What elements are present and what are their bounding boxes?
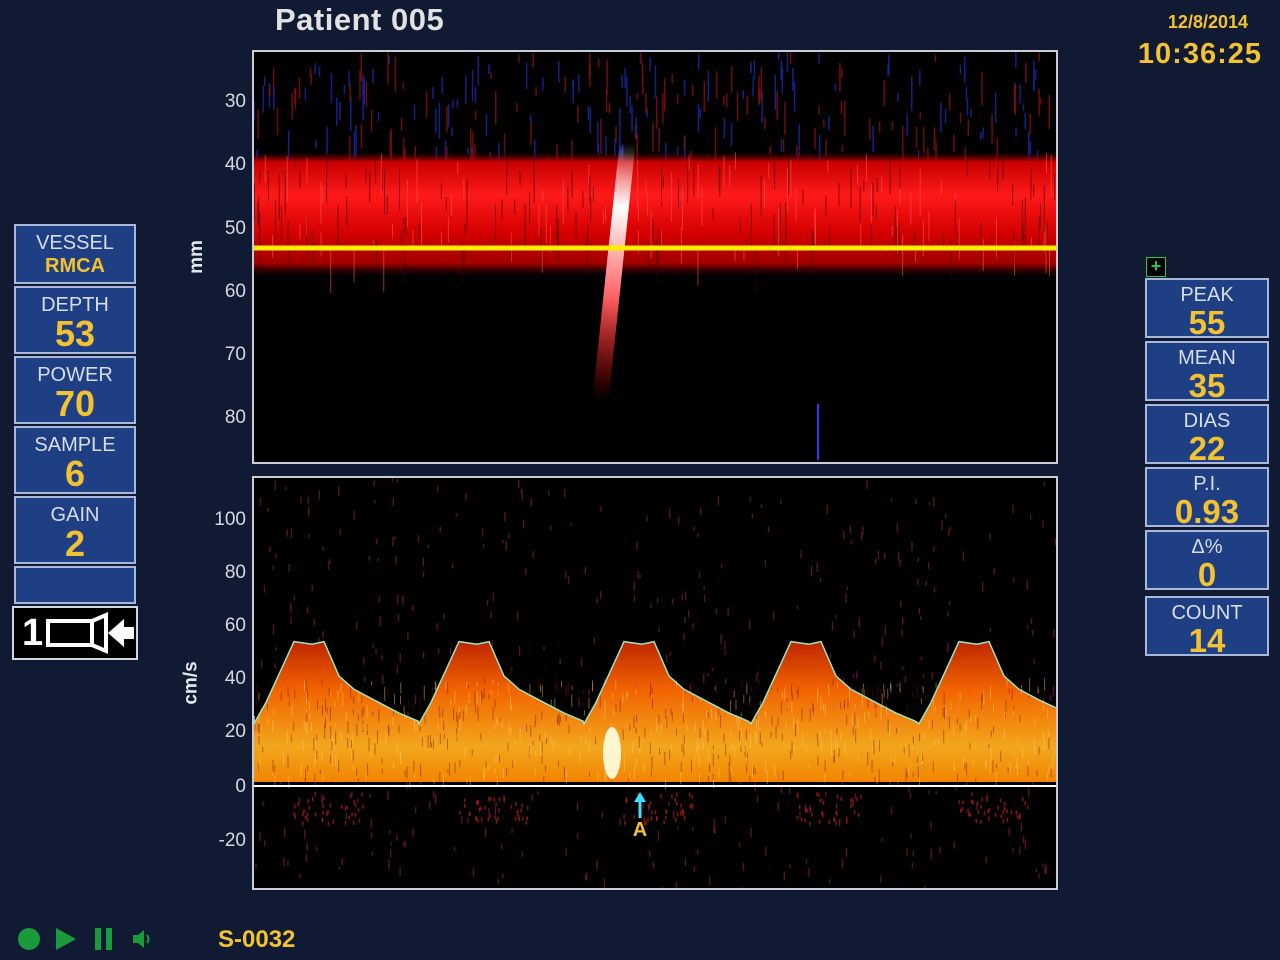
- mmode-y-axis-label: mm: [185, 240, 207, 274]
- reverse-flow-band: [293, 792, 1029, 826]
- date-display: 12/8/2014: [1167, 12, 1248, 32]
- mmode-tick: 80: [224, 407, 246, 428]
- depth-box[interactable]: DEPTH 53: [14, 286, 136, 354]
- spectrum-tick: 60: [224, 615, 246, 636]
- pause-icon[interactable]: [92, 926, 116, 952]
- sample-label: SAMPLE: [34, 434, 116, 456]
- mmode-tick: 30: [224, 91, 246, 112]
- mmode-tick: 50: [224, 218, 246, 239]
- spectrum-tick: 40: [224, 668, 246, 689]
- mmode-image: [253, 52, 1056, 460]
- marker-label: A: [633, 819, 647, 841]
- peak-label: PEAK: [1180, 284, 1234, 306]
- gain-box[interactable]: GAIN 2: [14, 496, 136, 564]
- dias-value: 22: [1188, 430, 1226, 467]
- mean-label: MEAN: [1178, 347, 1236, 369]
- power-value: 70: [54, 383, 96, 424]
- spectrum-tick: 0: [235, 776, 246, 797]
- sample-value: 6: [64, 453, 86, 494]
- mmode-display[interactable]: [252, 50, 1058, 464]
- delta-percent-value: 0: [1197, 556, 1217, 593]
- count-box: COUNT 14: [1145, 596, 1269, 659]
- empty-parameter-box[interactable]: [14, 566, 136, 604]
- pi-value: 0.93: [1174, 493, 1240, 530]
- spectrum-artifact: [603, 727, 621, 779]
- pi-label: P.I.: [1193, 473, 1221, 495]
- probe-number: 1: [22, 612, 44, 654]
- spectrum-tick: -20: [218, 830, 246, 851]
- mean-value: 35: [1188, 367, 1226, 404]
- vessel-value: RMCA: [45, 255, 105, 277]
- doppler-spectrum-display[interactable]: A: [252, 476, 1058, 896]
- dias-label: DIAS: [1183, 410, 1231, 432]
- vessel-label: VESSEL: [36, 232, 114, 254]
- play-icon[interactable]: [52, 926, 78, 952]
- depth-value: 53: [54, 313, 96, 354]
- dias-box: DIAS 22: [1145, 404, 1269, 467]
- gain-value: 2: [64, 523, 86, 564]
- pi-box: P.I. 0.93: [1145, 467, 1269, 530]
- probe-icon: [46, 611, 134, 655]
- vessel-box[interactable]: VESSEL RMCA: [14, 224, 136, 284]
- delta-percent-box: Δ% 0: [1145, 530, 1269, 593]
- delta-percent-label: Δ%: [1191, 536, 1223, 558]
- depth-label: DEPTH: [41, 294, 109, 316]
- spectrum-y-axis-label: cm/s: [180, 661, 202, 705]
- add-button[interactable]: +: [1146, 257, 1166, 277]
- mmode-tick: 40: [224, 154, 246, 175]
- probe-indicator[interactable]: 1: [12, 606, 138, 660]
- time-display: 10:36:25: [1137, 38, 1262, 70]
- gain-label: GAIN: [50, 504, 100, 526]
- sample-id: S-0032: [218, 926, 296, 953]
- mean-box: MEAN 35: [1145, 341, 1269, 404]
- count-label: COUNT: [1171, 602, 1243, 624]
- power-label: POWER: [37, 364, 113, 386]
- mmode-tick: 70: [224, 344, 246, 365]
- peak-box: PEAK 55: [1145, 278, 1269, 341]
- empty-parameter-label: [16, 568, 134, 574]
- spectrum-tick: 100: [214, 509, 246, 530]
- speaker-icon[interactable]: [130, 926, 154, 952]
- page-title: Patient 005: [275, 2, 445, 37]
- metrics-panel: PEAK 55 MEAN 35 DIAS 22 P.I. 0.93 Δ% 0 C…: [1145, 278, 1271, 659]
- count-value: 14: [1188, 622, 1226, 659]
- spectrum-tick: 20: [224, 721, 246, 742]
- parameter-panel: VESSEL RMCA DEPTH 53 POWER 70 SAMPLE 6 G…: [12, 224, 138, 660]
- power-box[interactable]: POWER 70: [14, 356, 136, 424]
- mmode-flow-band: [254, 152, 1056, 276]
- record-icon[interactable]: [16, 926, 42, 952]
- sample-box[interactable]: SAMPLE 6: [14, 426, 136, 494]
- spectrum-tick: 80: [224, 562, 246, 583]
- spectrum-image: A: [253, 478, 1057, 896]
- mmode-tick: 60: [224, 281, 246, 302]
- peak-value: 55: [1188, 304, 1226, 341]
